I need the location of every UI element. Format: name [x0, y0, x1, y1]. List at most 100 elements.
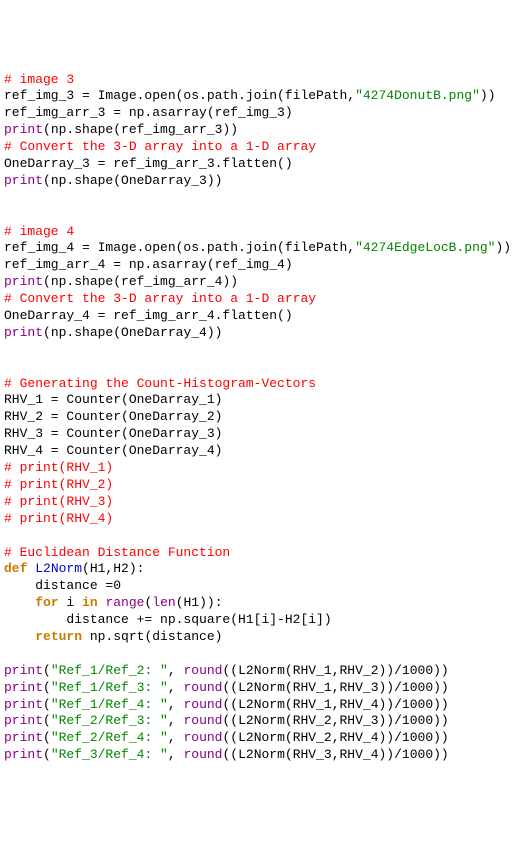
code-token: distance =0	[4, 578, 121, 593]
code-token: ))	[496, 240, 512, 255]
code-token: ref_img_arr_4 = np.asarray(ref_img_4)	[4, 257, 293, 272]
code-token: "Ref_2/Ref_3: "	[51, 713, 168, 728]
code-block: # image 3ref_img_3 = Image.open(os.path.…	[4, 72, 523, 765]
code-token: RHV_1 = Counter(OneDarray_1)	[4, 392, 222, 407]
code-token: len	[152, 595, 175, 610]
code-token: (	[43, 697, 51, 712]
code-token: ref_img_3 = Image.open(os.path.join(file…	[4, 88, 355, 103]
code-line: ref_img_arr_4 = np.asarray(ref_img_4)	[4, 257, 523, 274]
code-token: print	[4, 274, 43, 289]
code-line: # Convert the 3-D array into a 1-D array	[4, 291, 523, 308]
code-token: ,	[168, 713, 184, 728]
code-line	[4, 528, 523, 545]
code-token: # image 3	[4, 72, 74, 87]
code-token: (np.shape(ref_img_arr_4))	[43, 274, 238, 289]
code-line: distance += np.square(H1[i]-H2[i])	[4, 612, 523, 629]
code-token: ,	[168, 663, 184, 678]
code-token: "Ref_3/Ref_4: "	[51, 747, 168, 762]
code-line: # Convert the 3-D array into a 1-D array	[4, 139, 523, 156]
code-token	[4, 629, 35, 644]
code-token: "Ref_1/Ref_4: "	[51, 697, 168, 712]
code-token: (	[43, 730, 51, 745]
code-token: (np.shape(ref_img_arr_3))	[43, 122, 238, 137]
code-token: ((L2Norm(RHV_3,RHV_4))/1000))	[222, 747, 448, 762]
code-token: # print(RHV_3)	[4, 494, 113, 509]
code-token: range	[105, 595, 144, 610]
code-line: RHV_4 = Counter(OneDarray_4)	[4, 443, 523, 460]
code-line: print("Ref_2/Ref_4: ", round((L2Norm(RHV…	[4, 730, 523, 747]
code-token	[4, 595, 35, 610]
code-token: # print(RHV_4)	[4, 511, 113, 526]
code-token: "4274EdgeLocB.png"	[355, 240, 495, 255]
code-token: "4274DonutB.png"	[355, 88, 480, 103]
code-token: ,	[168, 730, 184, 745]
code-line: # print(RHV_4)	[4, 511, 523, 528]
code-line: RHV_3 = Counter(OneDarray_3)	[4, 426, 523, 443]
code-line: print(np.shape(OneDarray_4))	[4, 325, 523, 342]
code-line: RHV_2 = Counter(OneDarray_2)	[4, 409, 523, 426]
code-token: ((L2Norm(RHV_2,RHV_4))/1000))	[222, 730, 448, 745]
code-token: (np.shape(OneDarray_3))	[43, 173, 222, 188]
code-line: def L2Norm(H1,H2):	[4, 561, 523, 578]
code-token: round	[183, 713, 222, 728]
code-token: print	[4, 713, 43, 728]
code-token: round	[183, 697, 222, 712]
code-token: i	[59, 595, 82, 610]
code-token: L2Norm	[35, 561, 82, 576]
code-token: ref_img_4 = Image.open(os.path.join(file…	[4, 240, 355, 255]
code-token: print	[4, 663, 43, 678]
code-token: (np.shape(OneDarray_4))	[43, 325, 222, 340]
code-token: ((L2Norm(RHV_2,RHV_3))/1000))	[222, 713, 448, 728]
code-line: # print(RHV_3)	[4, 494, 523, 511]
code-line	[4, 190, 523, 207]
code-token: RHV_4 = Counter(OneDarray_4)	[4, 443, 222, 458]
code-token: ((L2Norm(RHV_1,RHV_3))/1000))	[222, 680, 448, 695]
code-line: ref_img_arr_3 = np.asarray(ref_img_3)	[4, 105, 523, 122]
code-token: (H1)):	[176, 595, 223, 610]
code-token: # print(RHV_1)	[4, 460, 113, 475]
code-line: print(np.shape(ref_img_arr_4))	[4, 274, 523, 291]
code-line: RHV_1 = Counter(OneDarray_1)	[4, 392, 523, 409]
code-token: print	[4, 173, 43, 188]
code-token: (	[43, 663, 51, 678]
code-token: RHV_2 = Counter(OneDarray_2)	[4, 409, 222, 424]
code-line: OneDarray_4 = ref_img_arr_4.flatten()	[4, 308, 523, 325]
code-token: (	[43, 680, 51, 695]
code-line: print(np.shape(ref_img_arr_3))	[4, 122, 523, 139]
code-token: (H1,H2):	[82, 561, 144, 576]
code-token: np.sqrt(distance)	[82, 629, 222, 644]
code-token: round	[183, 747, 222, 762]
code-token: ,	[168, 697, 184, 712]
code-token: round	[183, 663, 222, 678]
code-token: (	[43, 747, 51, 762]
code-line	[4, 359, 523, 376]
code-line: ref_img_4 = Image.open(os.path.join(file…	[4, 240, 523, 257]
code-token: OneDarray_4 = ref_img_arr_4.flatten()	[4, 308, 293, 323]
code-line: # print(RHV_1)	[4, 460, 523, 477]
code-token: "Ref_1/Ref_3: "	[51, 680, 168, 695]
code-line: OneDarray_3 = ref_img_arr_3.flatten()	[4, 156, 523, 173]
code-line: for i in range(len(H1)):	[4, 595, 523, 612]
code-token: for	[35, 595, 58, 610]
code-token: def	[4, 561, 27, 576]
code-line: print("Ref_3/Ref_4: ", round((L2Norm(RHV…	[4, 747, 523, 764]
code-token: ,	[168, 680, 184, 695]
code-token: "Ref_1/Ref_2: "	[51, 663, 168, 678]
code-token: # image 4	[4, 224, 74, 239]
code-token: # Convert the 3-D array into a 1-D array	[4, 139, 316, 154]
code-line: print("Ref_2/Ref_3: ", round((L2Norm(RHV…	[4, 713, 523, 730]
code-token: print	[4, 325, 43, 340]
code-token: round	[183, 730, 222, 745]
code-line: return np.sqrt(distance)	[4, 629, 523, 646]
code-token: (	[43, 713, 51, 728]
code-token: print	[4, 697, 43, 712]
code-line: print("Ref_1/Ref_4: ", round((L2Norm(RHV…	[4, 697, 523, 714]
code-line: # Generating the Count-Histogram-Vectors	[4, 376, 523, 393]
code-token: # Convert the 3-D array into a 1-D array	[4, 291, 316, 306]
code-line	[4, 646, 523, 663]
code-token: RHV_3 = Counter(OneDarray_3)	[4, 426, 222, 441]
code-line: # print(RHV_2)	[4, 477, 523, 494]
code-token: # Euclidean Distance Function	[4, 545, 230, 560]
code-token: "Ref_2/Ref_4: "	[51, 730, 168, 745]
code-token: print	[4, 680, 43, 695]
